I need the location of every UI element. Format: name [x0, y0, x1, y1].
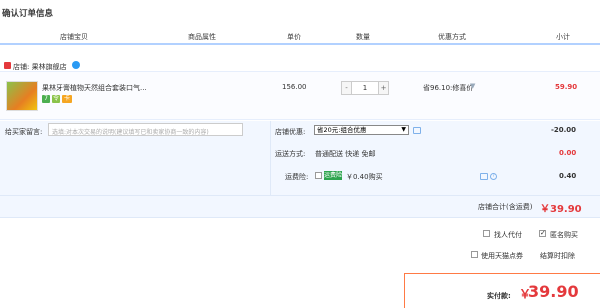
shop-total-label: 店铺合计(含运费) [478, 203, 533, 211]
header-subtotal: 小计 [556, 33, 570, 41]
header-item: 店铺宝贝 [60, 33, 88, 41]
header-price: 单价 [287, 33, 301, 41]
page-title: 确认订单信息 [2, 9, 54, 19]
item-promo: 省96.10:修喜价 [423, 84, 474, 92]
quantity-plus-button[interactable]: + [378, 82, 388, 94]
settle-deduct-label: 结算时扣除 [540, 252, 575, 260]
unit-price: 156.00 [282, 83, 307, 91]
order-item-row [0, 71, 600, 120]
payment-amount: 39.90 [528, 282, 579, 301]
divider [270, 121, 271, 196]
badge-card-icon: 卡 [62, 95, 72, 103]
shipping-amount: 0.00 [559, 149, 577, 157]
insurance-tag: 运费险 [324, 171, 343, 180]
coupon-amount: -20.00 [551, 126, 577, 134]
coupon-select[interactable]: 省20元:组合优惠 ▼ [314, 125, 409, 135]
quantity-minus-button[interactable]: - [342, 82, 352, 94]
anonymous-label: 匿名购买 [550, 231, 578, 239]
item-subtotal: 59.90 [555, 83, 578, 91]
tmall-points-label: 使用天猫点券 [481, 252, 523, 260]
shop-total-amount: ￥39.90 [540, 204, 582, 215]
product-title[interactable]: 果林牙膏植物天然组合套装口气... [42, 83, 147, 93]
insurance-price: ￥0.40购买 [346, 173, 383, 181]
help-icon[interactable]: ? [490, 173, 497, 180]
shipping-method: 普通配送 快递 免邮 [315, 150, 376, 158]
chevron-down-icon: ▼ [401, 126, 406, 133]
quantity-stepper: - 1 + [341, 81, 389, 95]
insurance-label: 运费险: [285, 173, 309, 181]
insurance-amount: 0.40 [559, 172, 577, 180]
table-header: 店铺宝贝 商品属性 单价 数量 优惠方式 小计 [0, 27, 600, 45]
header-quantity: 数量 [356, 33, 370, 41]
insurance-chat-icon[interactable] [480, 173, 488, 180]
insurance-checkbox[interactable] [315, 172, 322, 179]
proxy-pay-checkbox[interactable] [483, 230, 490, 237]
product-thumbnail[interactable] [6, 81, 38, 111]
quantity-input[interactable]: 1 [352, 82, 378, 94]
tmall-points-checkbox[interactable] [471, 251, 478, 258]
promo-dropdown-icon[interactable]: ▼ [470, 82, 475, 90]
header-attributes: 商品属性 [188, 33, 216, 41]
shop-icon [4, 62, 11, 69]
badge-7day-icon: 7 [42, 95, 50, 103]
coupon-label: 店铺优惠: [275, 128, 306, 136]
shipping-label: 运送方式: [275, 150, 306, 158]
header-discount: 优惠方式 [438, 33, 466, 41]
chat-icon[interactable] [72, 61, 80, 69]
coupon-info-icon[interactable] [413, 127, 421, 134]
proxy-pay-label: 找人代付 [494, 231, 522, 239]
coupon-selected-value: 省20元:组合优惠 [317, 126, 367, 134]
anonymous-checkbox[interactable] [539, 229, 546, 237]
badge-genuine-icon: 令 [52, 95, 60, 103]
message-label: 给买家留言: [5, 128, 43, 136]
message-input[interactable]: 选填:对本次交易的说明(建议填写已和卖家协商一致的内容) [48, 123, 243, 136]
payment-label: 实付款: [487, 292, 511, 300]
